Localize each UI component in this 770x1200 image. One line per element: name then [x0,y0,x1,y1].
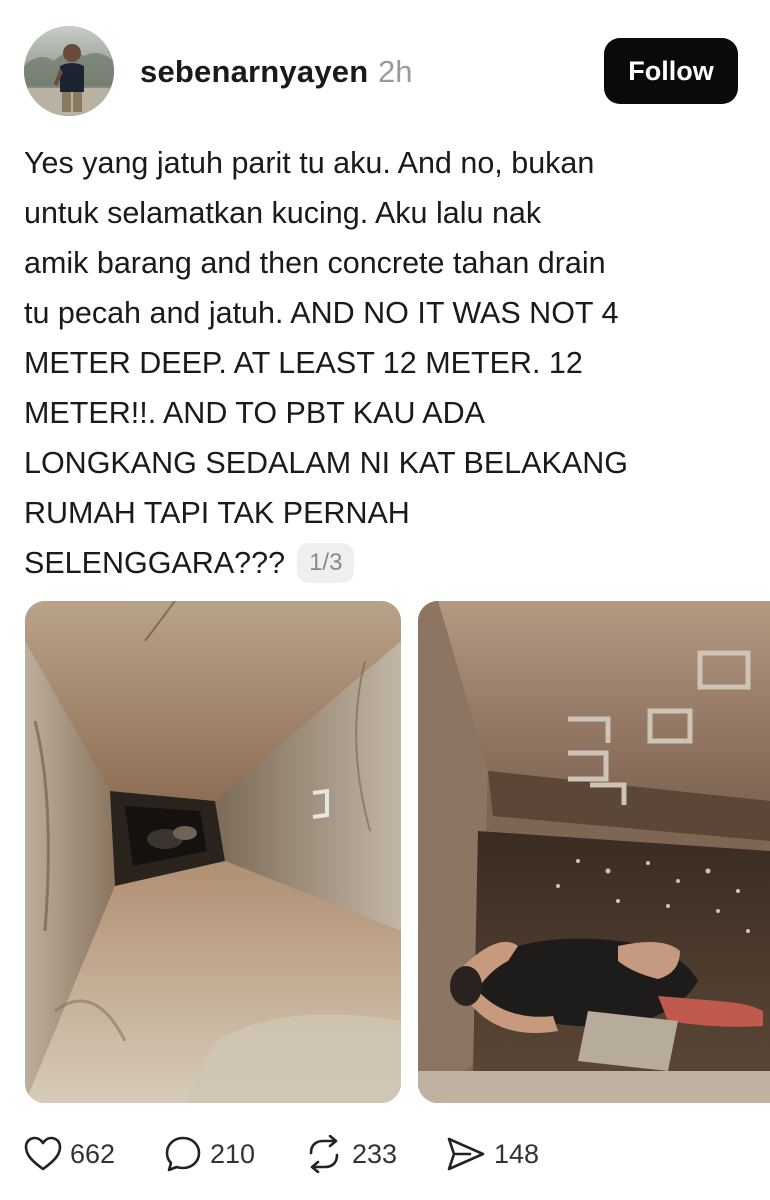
page-indicator: 1/3 [297,543,355,583]
repost-button[interactable]: 233 [304,1126,397,1182]
post-text-line: METER!!. AND TO PBT KAU ADA [24,396,486,430]
share-count: 148 [494,1138,540,1169]
drain-shaft-photo [25,601,401,1103]
username[interactable]: sebenarnyayen [140,54,368,90]
speech-bubble-icon [164,1135,202,1173]
avatar[interactable] [24,26,114,116]
post-text-line: RUMAH TAPI TAK PERNAH [24,496,410,530]
heart-icon [24,1136,62,1172]
post-text-line: amik barang and then concrete tahan drai… [24,246,606,280]
avatar-photo [24,26,114,116]
fallen-person-photo [418,601,770,1103]
post-image-2[interactable] [418,601,770,1103]
post-text-line: LONGKANG SEDALAM NI KAT BELAKANG [24,446,628,480]
post-image-1[interactable] [25,601,401,1103]
repost-arrows-icon [304,1135,344,1173]
follow-button[interactable]: Follow [604,38,738,104]
post-text-line: SELENGGARA??? [24,546,286,580]
post-text-line: tu pecah and jatuh. AND NO IT WAS NOT 4 [24,296,619,330]
repost-count: 233 [352,1138,398,1169]
paper-plane-icon [446,1136,486,1172]
reply-count: 210 [210,1138,256,1169]
post-header: sebenarnyayen 2h Follow [24,26,740,120]
reply-button[interactable]: 210 [164,1126,255,1182]
like-count: 662 [70,1138,116,1169]
timestamp: 2h [378,54,413,89]
post-text-last-line: SELENGGARA??? 1/3 [24,538,724,588]
post-text: Yes yang jatuh parit tu aku. And no, buk… [24,138,724,588]
post-text-line: untuk selamatkan kucing. Aku lalu nak [24,196,542,230]
post-text-line: Yes yang jatuh parit tu aku. And no, buk… [24,146,595,180]
like-button[interactable]: 662 [24,1126,115,1182]
share-button[interactable]: 148 [446,1126,539,1182]
post-text-line: METER DEEP. AT LEAST 12 METER. 12 [24,346,583,380]
post-actions: 662 210 233 148 [24,1126,744,1182]
